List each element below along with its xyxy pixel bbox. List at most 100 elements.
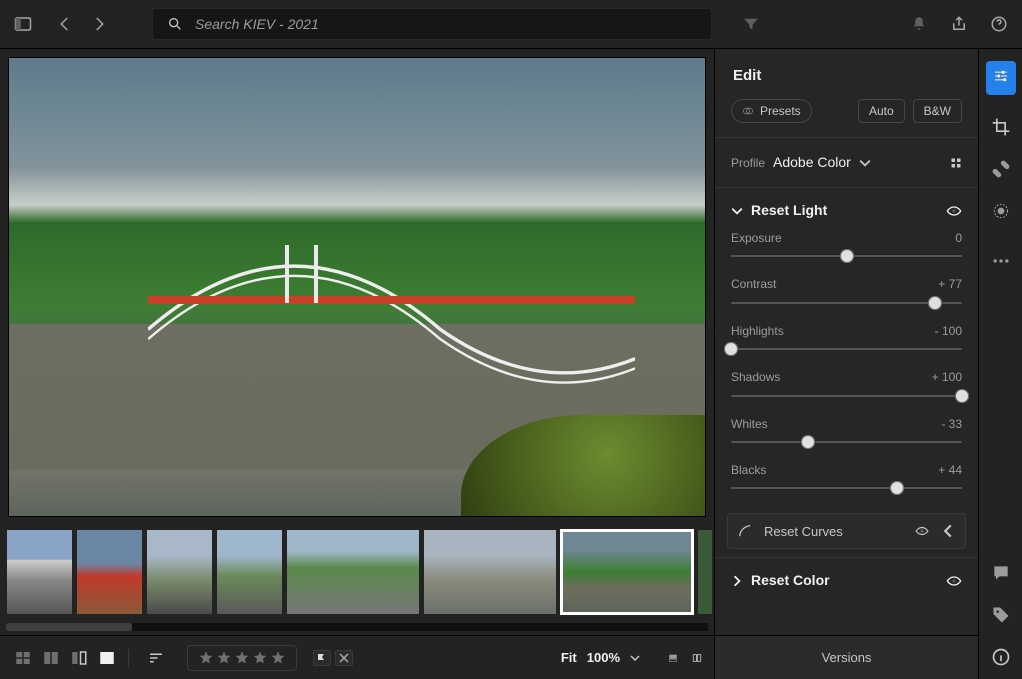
grid-large-icon[interactable]	[40, 649, 62, 667]
eye-icon[interactable]	[915, 524, 929, 538]
bw-button[interactable]: B&W	[913, 99, 962, 123]
bell-icon[interactable]	[910, 15, 928, 33]
slider-value: + 100	[932, 370, 962, 384]
versions-button[interactable]: Versions	[715, 635, 978, 679]
profile-browser-icon[interactable]	[950, 157, 962, 169]
profile-label: Profile	[731, 156, 765, 170]
filmstrip[interactable]	[0, 525, 714, 623]
chevron-right-icon	[731, 575, 743, 587]
zoom-dropdown-icon[interactable]	[630, 653, 640, 663]
slider-value: - 33	[941, 417, 962, 431]
eye-icon[interactable]	[946, 203, 962, 219]
panel-toggle-icon[interactable]	[14, 15, 32, 33]
curves-label: Reset Curves	[764, 524, 843, 540]
thumb-7-active[interactable]	[560, 529, 694, 615]
eye-icon[interactable]	[946, 573, 962, 589]
back-arrow-icon[interactable]	[56, 15, 74, 33]
more-icon[interactable]	[991, 251, 1011, 271]
exposure-slider[interactable]: Exposure 0	[715, 227, 978, 273]
forward-arrow-icon[interactable]	[90, 15, 108, 33]
crop-tool-icon[interactable]	[991, 117, 1011, 137]
thumb-3[interactable]	[146, 529, 213, 615]
blacks-slider[interactable]: Blacks + 44	[715, 459, 978, 505]
slider-value: + 77	[938, 277, 962, 291]
slider-label: Exposure	[731, 231, 782, 245]
healing-tool-icon[interactable]	[991, 159, 1011, 179]
comment-icon[interactable]	[991, 563, 1011, 583]
view-mode-group	[12, 649, 129, 667]
mask-tool-icon[interactable]	[991, 201, 1011, 221]
curve-icon	[738, 524, 752, 538]
slider-label: Shadows	[731, 370, 780, 384]
filmstrip-scrollbar[interactable]	[6, 623, 708, 631]
search-icon	[167, 16, 183, 32]
top-bar	[0, 0, 1022, 49]
star-5-icon[interactable]	[270, 650, 286, 666]
presets-icon	[742, 105, 754, 117]
nav-arrows	[56, 15, 108, 33]
chevron-down-icon	[859, 157, 871, 169]
light-section-label: Reset Light	[751, 202, 827, 219]
sort-icon[interactable]	[145, 649, 167, 667]
shadows-slider[interactable]: Shadows + 100	[715, 366, 978, 412]
edit-title: Edit	[715, 49, 978, 89]
grid-small-icon[interactable]	[12, 649, 34, 667]
highlights-slider[interactable]: Highlights - 100	[715, 320, 978, 366]
flag-reject-icon[interactable]	[335, 650, 353, 666]
info-icon[interactable]	[991, 647, 1011, 667]
whites-slider[interactable]: Whites - 33	[715, 413, 978, 459]
star-4-icon[interactable]	[252, 650, 268, 666]
star-2-icon[interactable]	[216, 650, 232, 666]
edit-sliders-tool[interactable]	[986, 61, 1016, 95]
image-viewport[interactable]	[0, 49, 714, 525]
profile-row[interactable]: Profile Adobe Color	[715, 137, 978, 187]
slider-value: 0	[955, 231, 962, 245]
search-box[interactable]	[152, 8, 712, 40]
thumb-2[interactable]	[76, 529, 143, 615]
thumb-4[interactable]	[216, 529, 283, 615]
zoom-controls: Fit 100%	[561, 650, 702, 666]
star-3-icon[interactable]	[234, 650, 250, 666]
histogram-toggle-icon[interactable]	[668, 653, 678, 663]
presets-button[interactable]: Presets	[731, 99, 812, 123]
star-1-icon[interactable]	[198, 650, 214, 666]
photo-preview	[8, 57, 706, 517]
slider-label: Contrast	[731, 277, 776, 291]
thumb-6[interactable]	[423, 529, 557, 615]
profile-value: Adobe Color	[773, 154, 851, 171]
share-icon[interactable]	[950, 15, 968, 33]
thumb-1[interactable]	[6, 529, 73, 615]
thumb-5[interactable]	[286, 529, 420, 615]
edit-panel: Edit Presets Auto B&W Profile Adobe Colo…	[714, 49, 978, 679]
slider-value: - 100	[935, 324, 962, 338]
light-section-header[interactable]: Reset Light	[715, 187, 978, 227]
canvas-column: Fit 100%	[0, 49, 714, 679]
flag-pick-icon[interactable]	[313, 650, 331, 666]
color-section-label: Reset Color	[751, 572, 830, 589]
filter-icon[interactable]	[742, 15, 760, 33]
caret-left-icon	[941, 524, 955, 538]
curves-row[interactable]: Reset Curves	[727, 513, 966, 549]
flag-chips	[313, 650, 353, 666]
auto-button[interactable]: Auto	[858, 99, 905, 123]
slider-value: + 44	[938, 463, 962, 477]
main-area: Fit 100% Edit Presets Auto B&W Profile	[0, 49, 1022, 679]
compare-icon[interactable]	[68, 649, 90, 667]
zoom-fit-button[interactable]: Fit	[561, 650, 577, 666]
search-input[interactable]	[193, 15, 699, 33]
chevron-down-icon	[731, 205, 743, 217]
before-after-icon[interactable]	[692, 653, 702, 663]
color-section-header[interactable]: Reset Color	[715, 557, 978, 597]
slider-label: Highlights	[731, 324, 784, 338]
slider-label: Whites	[731, 417, 768, 431]
help-icon[interactable]	[990, 15, 1008, 33]
tag-icon[interactable]	[991, 605, 1011, 625]
presets-label: Presets	[760, 104, 801, 118]
rating-stars[interactable]	[187, 645, 297, 671]
thumb-8-partial[interactable]	[697, 529, 713, 615]
tool-strip	[978, 49, 1022, 679]
zoom-percent[interactable]: 100%	[587, 650, 620, 666]
contrast-slider[interactable]: Contrast + 77	[715, 273, 978, 319]
detail-view-icon[interactable]	[96, 649, 118, 667]
slider-label: Blacks	[731, 463, 766, 477]
